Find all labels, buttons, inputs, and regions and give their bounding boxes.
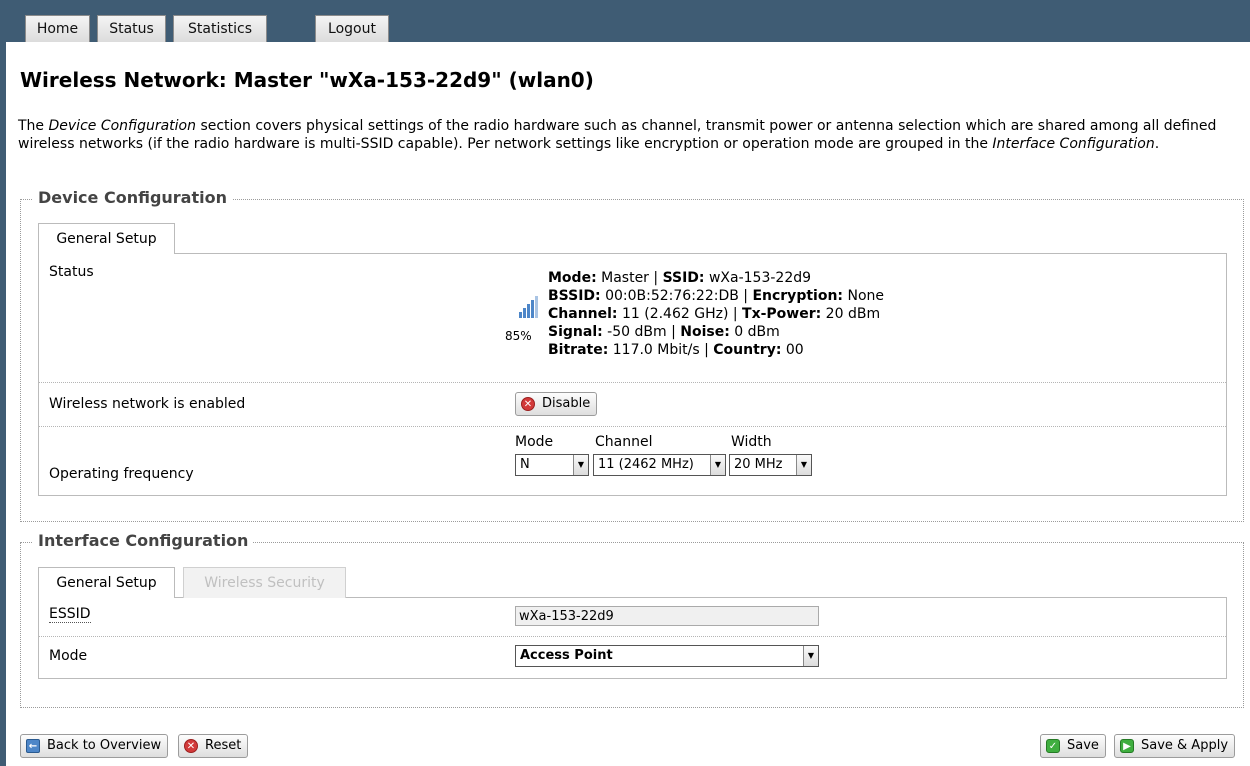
disable-icon: ✕ xyxy=(521,397,535,411)
signal-strength-icon xyxy=(517,290,547,324)
frequency-mode-select[interactable]: N ▼ xyxy=(515,454,589,476)
frequency-channel-select[interactable]: 11 (2462 MHz) ▼ xyxy=(593,454,726,476)
frequency-width-value: 20 MHz xyxy=(734,457,783,472)
back-arrow-icon: ← xyxy=(26,739,40,753)
save-button-label: Save xyxy=(1067,738,1099,753)
interface-configuration-section: Interface Configuration General Setup Wi… xyxy=(20,531,1244,708)
nav-tab-logout[interactable]: Logout xyxy=(315,15,389,42)
status-label: Status xyxy=(49,264,94,280)
intro-paragraph: The Device Configuration section covers … xyxy=(18,117,1243,153)
frequency-channel-value: 11 (2462 MHz) xyxy=(598,457,694,472)
checkmark-icon: ✓ xyxy=(1046,739,1060,753)
reset-icon: ✕ xyxy=(184,739,198,753)
frequency-mode-value: N xyxy=(520,457,530,472)
interface-general-setup-panel: ESSID Mode Access Point ▼ xyxy=(38,597,1227,679)
chevron-down-icon: ▼ xyxy=(573,455,588,475)
row-divider xyxy=(39,426,1226,427)
save-button[interactable]: ✓ Save xyxy=(1040,734,1106,758)
interface-configuration-legend: Interface Configuration xyxy=(33,531,254,550)
interface-mode-label: Mode xyxy=(49,648,88,664)
intro-em-device-configuration: Device Configuration xyxy=(48,118,197,134)
interface-mode-select[interactable]: Access Point ▼ xyxy=(515,645,819,667)
intro-em-interface-configuration: Interface Configuration xyxy=(992,136,1155,152)
status-line-bssid: BSSID: 00:0B:52:76:22:DB | Encryption: N… xyxy=(548,288,884,304)
essid-label: ESSID xyxy=(49,606,91,623)
left-frame-bar xyxy=(0,0,6,766)
status-line-signal: Signal: -50 dBm | Noise: 0 dBm xyxy=(548,324,780,340)
reset-button-label: Reset xyxy=(205,738,242,753)
frequency-width-select[interactable]: 20 MHz ▼ xyxy=(729,454,812,476)
frequency-channel-label: Channel xyxy=(595,434,653,450)
page-title: Wireless Network: Master "wXa-153-22d9" … xyxy=(20,68,594,92)
essid-input[interactable] xyxy=(515,606,819,626)
disable-button[interactable]: ✕ Disable xyxy=(515,392,598,416)
intro-text-1: The xyxy=(18,118,49,134)
interface-mode-value: Access Point xyxy=(520,648,613,663)
chevron-down-icon: ▼ xyxy=(796,455,811,475)
chevron-down-icon: ▼ xyxy=(710,455,725,475)
reset-button[interactable]: ✕ Reset xyxy=(178,734,249,758)
save-and-apply-label: Save & Apply xyxy=(1141,738,1229,753)
nav-tab-home[interactable]: Home xyxy=(25,15,90,42)
status-line-bitrate: Bitrate: 117.0 Mbit/s | Country: 00 xyxy=(548,342,804,358)
status-details: Mode: Master | SSID: wXa-153-22d9 BSSID:… xyxy=(548,269,884,359)
back-to-overview-button[interactable]: ← Back to Overview xyxy=(20,734,169,758)
signal-percent: 85% xyxy=(505,329,532,343)
status-line-mode: Mode: Master | SSID: wXa-153-22d9 xyxy=(548,270,812,286)
wireless-enabled-label: Wireless network is enabled xyxy=(49,396,246,412)
frequency-width-label: Width xyxy=(731,434,772,450)
device-configuration-legend: Device Configuration xyxy=(33,188,232,207)
intro-text-3: . xyxy=(1154,136,1160,152)
tab-device-general-setup[interactable]: General Setup xyxy=(38,223,175,254)
tab-interface-general-setup[interactable]: General Setup xyxy=(38,567,175,598)
apply-icon: ▶ xyxy=(1120,739,1134,753)
chevron-down-icon: ▼ xyxy=(803,646,818,666)
nav-tab-status[interactable]: Status xyxy=(97,15,166,42)
operating-frequency-label: Operating frequency xyxy=(49,466,194,482)
device-general-setup-panel: Status 85% Mode: Master | SSID: wXa-153-… xyxy=(38,253,1227,496)
tab-wireless-security[interactable]: Wireless Security xyxy=(183,567,346,598)
nav-tab-statistics[interactable]: Statistics xyxy=(173,15,267,42)
save-and-apply-button[interactable]: ▶ Save & Apply xyxy=(1114,734,1236,758)
back-to-overview-label: Back to Overview xyxy=(47,738,162,753)
status-line-channel: Channel: 11 (2.462 GHz) | Tx-Power: 20 d… xyxy=(548,306,881,322)
row-divider xyxy=(39,636,1226,637)
frequency-mode-label: Mode xyxy=(515,434,554,450)
row-divider xyxy=(39,382,1226,383)
device-configuration-section: Device Configuration General Setup Statu… xyxy=(20,188,1244,522)
disable-button-label: Disable xyxy=(542,396,591,411)
